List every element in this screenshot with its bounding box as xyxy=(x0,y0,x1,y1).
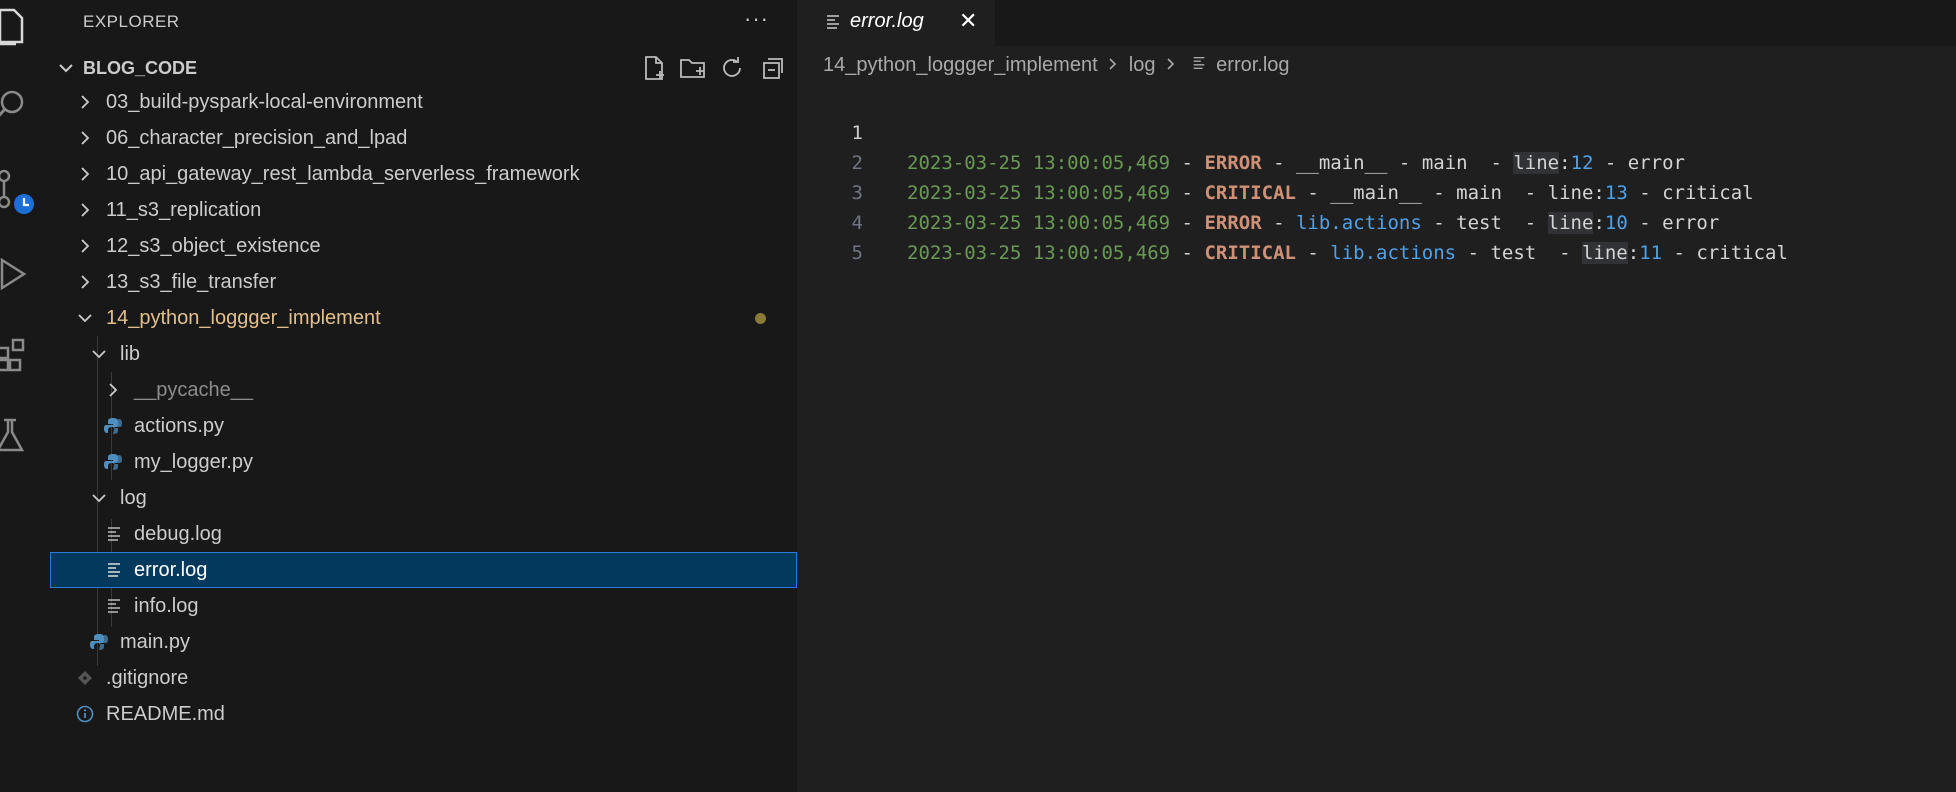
breadcrumb-item[interactable]: error.log xyxy=(1216,54,1289,76)
line-number: 5 xyxy=(851,242,863,264)
chevron-right-icon xyxy=(81,95,90,109)
tree-folder-13[interactable]: 13_s3_file_transfer xyxy=(50,264,797,300)
tree-file-gitignore[interactable]: .gitignore xyxy=(50,660,797,696)
tab-label: error.log xyxy=(850,10,924,32)
log-timestamp: 2023-03-25 13:00:05,469 xyxy=(907,242,1171,264)
tree-folder-06[interactable]: 06_character_precision_and_lpad xyxy=(50,120,797,156)
chevron-right-icon xyxy=(81,275,90,289)
new-file-icon[interactable] xyxy=(640,54,672,84)
tree-file-readme[interactable]: README.md xyxy=(50,696,797,732)
tree-item-label: info.log xyxy=(134,595,199,617)
tab-bar: error.log ✕ xyxy=(797,0,1956,46)
tree-folder-14[interactable]: 14_python_loggger_implement xyxy=(50,300,797,336)
tree-item-label: 06_character_precision_and_lpad xyxy=(106,127,408,149)
breadcrumb-item[interactable]: log xyxy=(1129,54,1156,76)
log-message: critical xyxy=(1696,242,1788,264)
modified-indicator xyxy=(755,313,766,324)
workspace-section-header[interactable]: BLOG_CODE xyxy=(50,54,797,84)
chevron-down-icon xyxy=(78,314,92,323)
close-icon[interactable]: ✕ xyxy=(959,8,977,34)
tab-error-log[interactable]: error.log ✕ xyxy=(797,0,995,46)
chevron-right-icon xyxy=(81,131,90,145)
breadcrumb-item[interactable]: 14_python_loggger_implement xyxy=(823,54,1098,76)
tree-file-main-py[interactable]: main.py xyxy=(50,624,797,660)
extensions-icon[interactable] xyxy=(0,328,50,384)
activity-bar xyxy=(0,0,50,792)
tree-folder-12[interactable]: 12_s3_object_existence xyxy=(50,228,797,264)
log-file-icon xyxy=(108,563,120,577)
tree-item-label: main.py xyxy=(120,631,191,653)
refresh-icon[interactable] xyxy=(718,54,750,84)
chevron-right-icon xyxy=(1167,58,1175,70)
tree-file-error-log[interactable]: error.log xyxy=(50,552,797,588)
tree-item-label: 13_s3_file_transfer xyxy=(106,271,277,293)
info-file-icon xyxy=(76,705,94,723)
tree-folder-11[interactable]: 11_s3_replication xyxy=(50,192,797,228)
tree-item-label: .gitignore xyxy=(106,667,189,689)
tree-folder-lib[interactable]: lib xyxy=(50,336,797,372)
workspace-name: BLOG_CODE xyxy=(83,58,198,78)
tree-file-debug-log[interactable]: debug.log xyxy=(50,516,797,552)
python-file-icon xyxy=(104,454,122,470)
tree-item-label: 12_s3_object_existence xyxy=(106,235,321,257)
code-line: 5 xyxy=(797,208,1956,264)
tree-folder-pycache[interactable]: __pycache__ xyxy=(50,372,797,408)
new-folder-icon[interactable] xyxy=(678,54,710,84)
collapse-all-icon[interactable] xyxy=(758,54,790,84)
search-icon[interactable] xyxy=(0,82,50,138)
chevron-right-icon xyxy=(81,167,90,181)
log-module: lib.actions xyxy=(1330,242,1457,264)
log-function: test xyxy=(1490,242,1537,264)
log-file-icon xyxy=(108,599,120,613)
tree-item-label: 11_s3_replication xyxy=(106,199,262,221)
tree-file-actions-py[interactable]: actions.py xyxy=(50,408,797,444)
code-line: 1 2023-03-25 13:00:05,469 - ERROR - __ma… xyxy=(797,88,1956,174)
explorer-sidebar: EXPLORER ··· BLOG_CODE 03_build-pyspark-… xyxy=(50,0,797,792)
python-file-icon xyxy=(90,634,108,650)
files-icon[interactable] xyxy=(0,0,50,56)
tree-item-label: 14_python_loggger_implement xyxy=(106,307,381,329)
tree-item-label: log xyxy=(120,487,147,509)
chevron-down-icon xyxy=(92,494,106,503)
python-file-icon xyxy=(104,418,122,434)
log-file-icon xyxy=(1193,56,1204,70)
log-line-keyword: line xyxy=(1581,242,1628,264)
code-line: 2 2023-03-25 13:00:05,469 - CRITICAL - _… xyxy=(797,118,1956,204)
tree-folder-log[interactable]: log xyxy=(50,480,797,516)
git-file-icon xyxy=(78,671,92,685)
tree-folder-03[interactable]: 03_build-pyspark-local-environment xyxy=(50,84,797,120)
tree-item-label: actions.py xyxy=(134,415,225,437)
chevron-right-icon xyxy=(81,203,90,217)
tree-item-label: 03_build-pyspark-local-environment xyxy=(106,91,423,113)
explorer-title: EXPLORER xyxy=(83,12,180,31)
log-level: CRITICAL xyxy=(1204,242,1296,264)
log-file-icon xyxy=(827,15,839,29)
run-debug-icon[interactable] xyxy=(0,248,50,304)
testing-icon[interactable] xyxy=(0,410,50,466)
tree-file-info-log[interactable]: info.log xyxy=(50,588,797,624)
chevron-right-icon xyxy=(109,383,118,397)
chevron-down-icon xyxy=(59,64,73,73)
tree-item-label: 10_api_gateway_rest_lambda_serverless_fr… xyxy=(106,163,580,185)
tree-folder-10[interactable]: 10_api_gateway_rest_lambda_serverless_fr… xyxy=(50,156,797,192)
chevron-right-icon xyxy=(1109,58,1117,70)
editor-area: error.log ✕ 14_python_loggger_implement … xyxy=(797,0,1956,792)
source-control-icon[interactable] xyxy=(0,162,50,218)
tree-item-label: my_logger.py xyxy=(134,451,253,473)
chevron-down-icon xyxy=(92,350,106,359)
log-line-number: 11 xyxy=(1639,242,1663,264)
breadcrumb: 14_python_loggger_implement log error.lo… xyxy=(823,54,1290,77)
tree-item-label: __pycache__ xyxy=(134,379,253,401)
tree-file-my-logger-py[interactable]: my_logger.py xyxy=(50,444,797,480)
code-line: 3 2023-03-25 13:00:05,469 - ERROR - lib.… xyxy=(797,148,1956,234)
tree-item-label: lib xyxy=(120,343,141,365)
chevron-right-icon xyxy=(81,239,90,253)
tree-item-label: debug.log xyxy=(134,523,222,545)
log-file-icon xyxy=(108,527,120,541)
more-actions-button[interactable]: ··· xyxy=(744,6,769,32)
tree-item-label: error.log xyxy=(134,559,208,581)
tree-item-label: README.md xyxy=(106,703,225,725)
code-line: 4 2023-03-25 13:00:05,469 - CRITICAL - l… xyxy=(797,178,1956,264)
